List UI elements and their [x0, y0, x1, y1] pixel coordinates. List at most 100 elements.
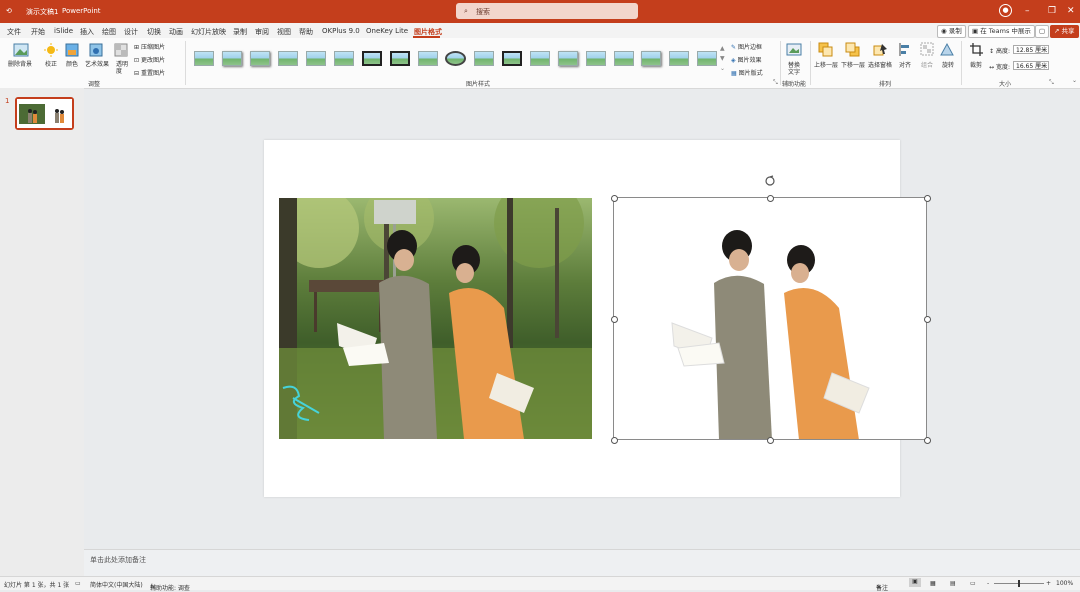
- resize-handle-nw[interactable]: [611, 195, 618, 202]
- ribbon-collapse-icon[interactable]: ⌄: [1072, 77, 1077, 84]
- alt-text-label-2[interactable]: 文字: [788, 67, 800, 76]
- gallery-scroll-down-icon[interactable]: ▼: [720, 55, 725, 62]
- resize-handle-sw[interactable]: [611, 437, 618, 444]
- notes-pane[interactable]: 单击此处添加备注: [84, 549, 1080, 577]
- menu-slideshow[interactable]: 幻灯片放映: [191, 27, 226, 37]
- color-button[interactable]: 颜色: [66, 59, 78, 68]
- picture-layout-button[interactable]: ▦ 图片版式: [731, 68, 763, 77]
- remove-background-button[interactable]: 删除背景: [8, 59, 32, 68]
- account-icon[interactable]: ●: [999, 4, 1012, 17]
- picture-style-18[interactable]: [669, 51, 689, 66]
- slide-thumbnails-panel: 1: [0, 88, 84, 576]
- selection-pane-button[interactable]: 选择窗格: [868, 60, 892, 69]
- autosave-icon[interactable]: ⟲: [6, 7, 12, 15]
- send-backward-button[interactable]: 下移一层: [841, 60, 865, 69]
- size-launcher-icon[interactable]: ⤡: [1049, 79, 1054, 87]
- picture-style-17[interactable]: [641, 51, 661, 66]
- menu-design[interactable]: 设计: [124, 27, 138, 37]
- picture-style-16[interactable]: [614, 51, 634, 66]
- corrections-button[interactable]: 校正: [45, 59, 57, 68]
- group-button[interactable]: 组合: [921, 60, 933, 69]
- notes-toggle-label: 备注: [876, 585, 889, 592]
- zoom-in-button[interactable]: +: [1046, 580, 1051, 587]
- align-button[interactable]: 对齐: [899, 60, 911, 69]
- rotation-handle[interactable]: [764, 175, 776, 197]
- picture-style-13[interactable]: [530, 51, 550, 66]
- spellcheck-icon[interactable]: ▭: [75, 580, 81, 587]
- artistic-effects-button[interactable]: 艺术效果: [85, 59, 109, 68]
- bring-forward-button[interactable]: 上移一层: [814, 60, 838, 69]
- gallery-more-icon[interactable]: ⌄: [720, 65, 725, 72]
- zoom-slider-thumb[interactable]: [1018, 580, 1020, 587]
- minimize-button[interactable]: –: [1025, 6, 1030, 16]
- restore-button[interactable]: ❐: [1048, 6, 1056, 16]
- transparency-label-2[interactable]: 度: [116, 66, 122, 75]
- comments-button[interactable]: ▢: [1035, 25, 1050, 38]
- resize-handle-ne[interactable]: [924, 195, 931, 202]
- picture-style-10[interactable]: [445, 51, 466, 66]
- picture-style-6[interactable]: [334, 51, 354, 66]
- height-label-text: 高度:: [995, 48, 1010, 55]
- search-box[interactable]: ⌕ 搜索: [456, 3, 638, 19]
- menu-help[interactable]: 帮助: [299, 27, 313, 37]
- picture-style-2[interactable]: [222, 51, 242, 66]
- picture-style-15[interactable]: [586, 51, 606, 66]
- picture-styles-launcher-icon[interactable]: ⤡: [773, 79, 778, 87]
- change-picture-button[interactable]: ⊡ 更改图片: [134, 55, 165, 64]
- width-input[interactable]: 16.65 厘米: [1013, 61, 1049, 70]
- compress-pictures-button[interactable]: ⊞ 压缩图片: [134, 42, 165, 51]
- menu-draw[interactable]: 绘图: [102, 27, 116, 37]
- reset-picture-button[interactable]: ⊟ 重置图片: [134, 68, 165, 77]
- crop-button[interactable]: 裁剪: [970, 60, 982, 69]
- picture-style-14[interactable]: [558, 51, 578, 66]
- normal-view-icon[interactable]: ▣: [909, 578, 921, 587]
- reading-view-icon[interactable]: ▤: [950, 580, 956, 587]
- menu-transitions[interactable]: 切换: [147, 27, 161, 37]
- menu-view[interactable]: 视图: [277, 27, 291, 37]
- resize-handle-s[interactable]: [767, 437, 774, 444]
- teams-present-button[interactable]: ▣ 在 Teams 中展示: [968, 25, 1035, 38]
- share-button[interactable]: ↗ 共享: [1050, 25, 1079, 38]
- original-photo[interactable]: [279, 198, 592, 439]
- close-button[interactable]: ✕: [1067, 6, 1075, 16]
- picture-style-11[interactable]: [474, 51, 494, 66]
- accessibility-status-label: 辅助功能: 调查: [150, 585, 190, 592]
- menu-onekey[interactable]: OneKey Lite: [366, 27, 408, 35]
- menu-home[interactable]: 开始: [31, 27, 45, 37]
- menu-insert[interactable]: 插入: [80, 27, 94, 37]
- resize-handle-e[interactable]: [924, 316, 931, 323]
- resize-handle-n[interactable]: [767, 195, 774, 202]
- picture-border-button[interactable]: ✎ 图片边框: [731, 42, 762, 51]
- picture-style-12[interactable]: [502, 51, 522, 66]
- zoom-out-button[interactable]: -: [987, 580, 989, 587]
- menu-okplus[interactable]: OKPlus 9.0: [322, 27, 360, 35]
- menu-animations[interactable]: 动画: [169, 27, 183, 37]
- record-button[interactable]: ◉ 录制: [937, 25, 966, 38]
- resize-handle-w[interactable]: [611, 316, 618, 323]
- menu-file[interactable]: 文件: [7, 27, 21, 37]
- menu-record[interactable]: 录制: [233, 27, 247, 37]
- picture-style-3[interactable]: [250, 51, 270, 66]
- rotate-button[interactable]: 旋转: [942, 60, 954, 69]
- record-label: 录制: [948, 27, 962, 35]
- picture-style-5[interactable]: [306, 51, 326, 66]
- picture-style-4[interactable]: [278, 51, 298, 66]
- picture-layout-label: 图片版式: [738, 70, 763, 77]
- resize-handle-se[interactable]: [924, 437, 931, 444]
- height-input[interactable]: 12.85 厘米: [1013, 45, 1049, 54]
- picture-style-1[interactable]: [194, 51, 214, 66]
- picture-style-8[interactable]: [390, 51, 410, 66]
- slideshow-icon[interactable]: ▭: [970, 580, 976, 587]
- picture-style-9[interactable]: [418, 51, 438, 66]
- gallery-scroll-up-icon[interactable]: ▲: [720, 45, 725, 52]
- zoom-level[interactable]: 100%: [1056, 580, 1073, 587]
- menu-islide[interactable]: iSlide: [54, 27, 73, 35]
- menu-review[interactable]: 审阅: [255, 27, 269, 37]
- slide-thumbnail[interactable]: [15, 97, 74, 130]
- slide-sorter-icon[interactable]: ▦: [930, 580, 936, 587]
- picture-style-7[interactable]: [362, 51, 382, 66]
- adjust-group-label: 调整: [88, 81, 101, 88]
- language-indicator[interactable]: 简体中文(中国大陆): [90, 580, 143, 589]
- picture-effects-button[interactable]: ◈ 图片效果: [731, 55, 762, 64]
- picture-style-19[interactable]: [697, 51, 717, 66]
